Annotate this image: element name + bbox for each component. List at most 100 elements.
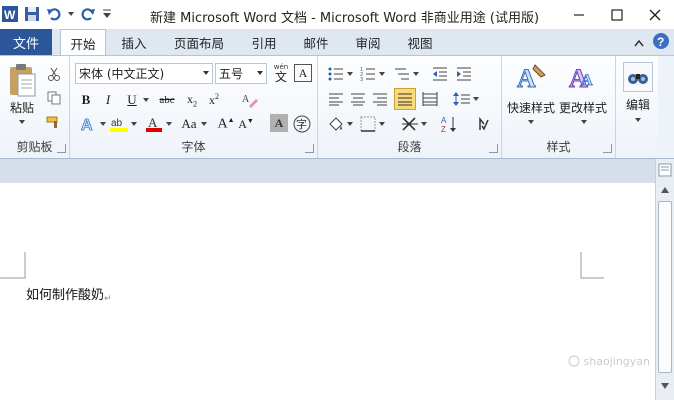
font-color-icon[interactable]: A: [144, 114, 164, 134]
shading-icon[interactable]: [326, 114, 346, 134]
title-bar: W 新建 Microsoft Word 文档 - Microsoft Word …: [0, 0, 674, 29]
scroll-up-icon[interactable]: [658, 183, 672, 197]
tab-home[interactable]: 开始: [60, 29, 106, 56]
paste-icon[interactable]: [6, 60, 38, 100]
tab-insert[interactable]: 插入: [112, 29, 156, 55]
quick-styles-label[interactable]: 快速样式: [507, 99, 555, 116]
underline-dropdown-icon[interactable]: [142, 96, 150, 104]
window-title: 新建 Microsoft Word 文档 - Microsoft Word 非商…: [150, 11, 540, 26]
minimize-icon[interactable]: [560, 0, 598, 29]
document-top-gap: [0, 159, 655, 183]
strikethrough-icon[interactable]: abc: [154, 90, 180, 110]
highlight-dropdown-icon[interactable]: [130, 120, 138, 128]
phonetic-guide-icon[interactable]: wén 文: [270, 63, 292, 85]
copy-icon[interactable]: [44, 88, 64, 108]
font-name-dropdown[interactable]: 宋体 (中文正文): [75, 63, 213, 84]
svg-text:A: A: [148, 115, 158, 130]
align-center-icon[interactable]: [348, 89, 368, 109]
clear-formatting-icon[interactable]: A: [240, 90, 260, 110]
format-painter-icon[interactable]: [44, 112, 64, 132]
styles-launcher-icon[interactable]: [603, 144, 612, 153]
help-icon[interactable]: ?: [652, 32, 670, 53]
multilevel-list-icon[interactable]: [392, 64, 412, 84]
numbering-dropdown-icon[interactable]: [378, 70, 386, 78]
shrink-font-icon[interactable]: A▼: [236, 114, 256, 134]
grow-font-icon[interactable]: A▲: [216, 114, 236, 134]
character-shading-icon[interactable]: A: [270, 114, 288, 132]
shading-dropdown-icon[interactable]: [346, 120, 354, 128]
justify-icon[interactable]: [394, 88, 416, 110]
tab-review[interactable]: 审阅: [346, 29, 390, 55]
save-icon[interactable]: [22, 4, 42, 24]
clipboard-launcher-icon[interactable]: [57, 144, 66, 153]
enclose-characters-icon[interactable]: 字: [292, 114, 312, 134]
ribbon: 粘贴 剪贴板 宋体 (中文正文) 五号 wén 文 A B I U abc x2: [0, 55, 674, 159]
align-left-icon[interactable]: [326, 89, 346, 109]
document-text[interactable]: 如何制作酸奶↵: [26, 284, 112, 304]
distributed-icon[interactable]: [420, 89, 440, 109]
text-effects-icon[interactable]: A: [78, 114, 98, 134]
paste-label[interactable]: 粘贴: [10, 99, 34, 116]
tab-view[interactable]: 视图: [398, 29, 442, 55]
character-border-icon[interactable]: A: [294, 64, 312, 82]
chinese-layout-dropdown-icon[interactable]: [420, 120, 428, 128]
scroll-thumb[interactable]: [658, 201, 672, 373]
svg-text:?: ?: [657, 35, 664, 49]
line-spacing-icon[interactable]: [452, 89, 472, 109]
tab-page-layout[interactable]: 页面布局: [166, 29, 232, 55]
find-binoculars-icon[interactable]: [623, 62, 653, 92]
ribbon-collapse-icon[interactable]: [634, 36, 644, 50]
quick-styles-dropdown-icon[interactable]: [527, 118, 535, 126]
highlight-icon[interactable]: ab: [108, 114, 130, 134]
borders-icon[interactable]: [358, 114, 378, 134]
font-launcher-icon[interactable]: [305, 144, 314, 153]
word-app-icon[interactable]: W: [0, 4, 20, 24]
change-case-dropdown-icon[interactable]: [200, 120, 208, 128]
italic-icon[interactable]: I: [98, 90, 118, 110]
bullets-dropdown-icon[interactable]: [346, 70, 354, 78]
font-color-dropdown-icon[interactable]: [165, 120, 173, 128]
align-right-icon[interactable]: [370, 89, 390, 109]
maximize-icon[interactable]: [598, 0, 636, 29]
bullets-icon[interactable]: [326, 64, 346, 84]
undo-dropdown-icon[interactable]: [66, 4, 76, 24]
change-styles-label[interactable]: 更改样式: [559, 99, 607, 116]
line-spacing-dropdown-icon[interactable]: [472, 95, 480, 103]
text-effects-dropdown-icon[interactable]: [99, 120, 107, 128]
scroll-down-icon[interactable]: [658, 379, 672, 393]
editing-dropdown-icon[interactable]: [634, 116, 642, 124]
paragraph-launcher-icon[interactable]: [489, 144, 498, 153]
multilevel-dropdown-icon[interactable]: [412, 70, 420, 78]
underline-icon[interactable]: U: [122, 90, 142, 110]
tab-file[interactable]: 文件: [0, 29, 52, 55]
decrease-indent-icon[interactable]: [430, 64, 450, 84]
show-marks-icon[interactable]: [474, 114, 494, 134]
change-styles-dropdown-icon[interactable]: [580, 118, 588, 126]
subscript-icon[interactable]: x2: [182, 90, 202, 110]
font-name-value: 宋体 (中文正文): [79, 67, 165, 81]
cut-icon[interactable]: [44, 64, 64, 84]
redo-icon[interactable]: [78, 4, 98, 24]
numbering-icon[interactable]: 123: [358, 64, 378, 84]
superscript-icon[interactable]: x2: [204, 90, 224, 110]
undo-icon[interactable]: [44, 4, 64, 24]
change-styles-icon[interactable]: AA: [566, 60, 600, 94]
borders-dropdown-icon[interactable]: [378, 120, 386, 128]
tab-mailings[interactable]: 邮件: [294, 29, 338, 55]
ruler-toggle-icon[interactable]: [658, 163, 672, 177]
customize-qat-icon[interactable]: [100, 4, 114, 24]
bold-icon[interactable]: B: [76, 90, 96, 110]
chinese-layout-icon[interactable]: [400, 114, 420, 134]
paste-dropdown-icon[interactable]: [17, 118, 27, 126]
watermark-text: shaojingyan: [583, 355, 650, 368]
increase-indent-icon[interactable]: [454, 64, 474, 84]
tab-references[interactable]: 引用: [242, 29, 286, 55]
editing-label[interactable]: 编辑: [626, 96, 650, 113]
document-text-content: 如何制作酸奶: [26, 288, 105, 303]
change-case-icon[interactable]: Aa: [176, 114, 202, 134]
vertical-scrollbar[interactable]: [655, 159, 674, 400]
font-size-dropdown[interactable]: 五号: [215, 63, 267, 84]
close-icon[interactable]: [636, 0, 674, 29]
sort-icon[interactable]: AZ: [440, 114, 460, 134]
quick-styles-icon[interactable]: A: [514, 60, 548, 94]
